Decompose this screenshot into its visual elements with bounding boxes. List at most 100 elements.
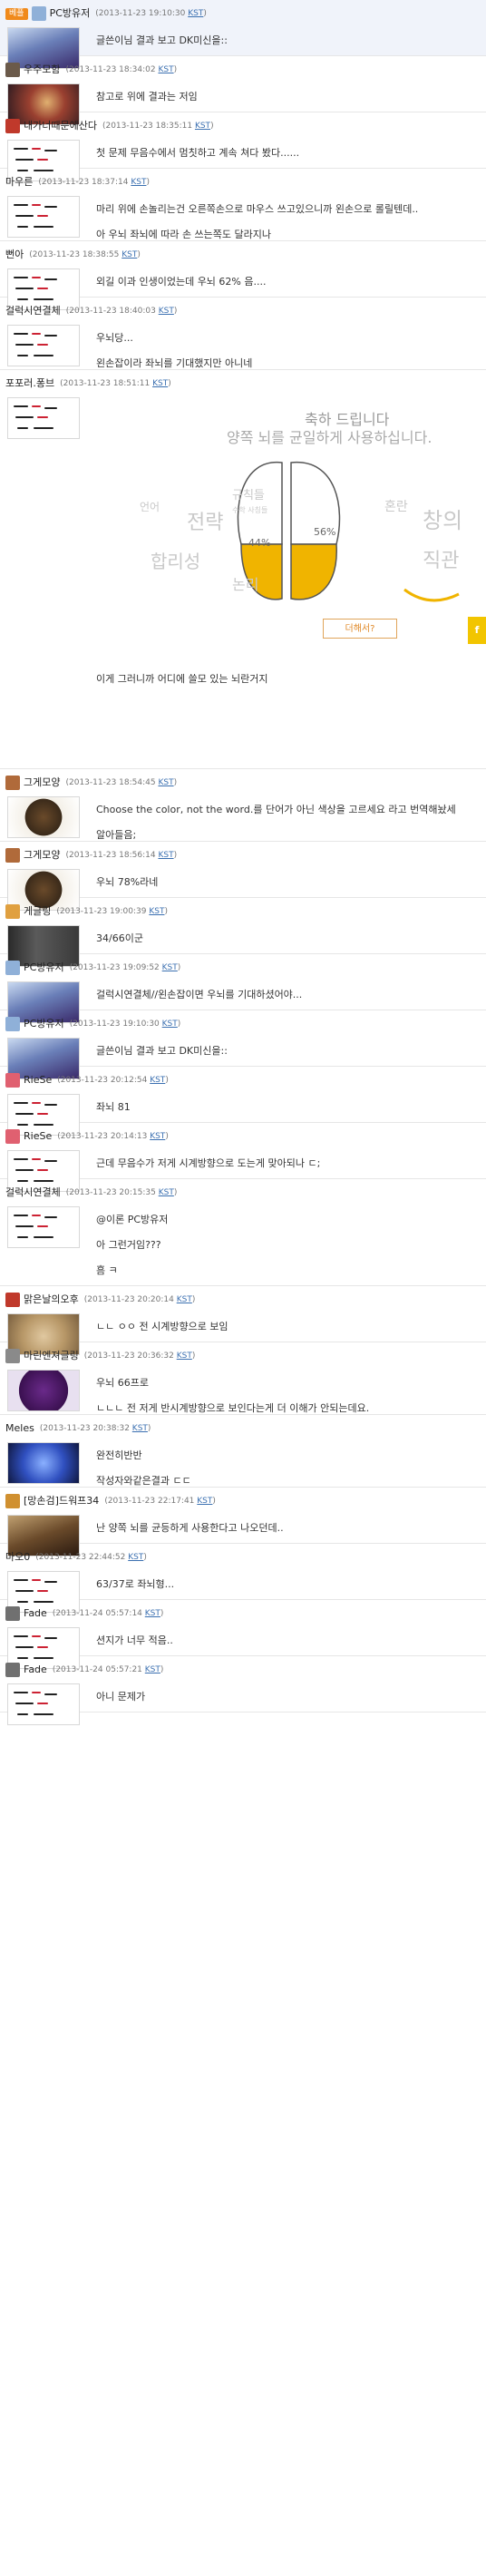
comment-author[interactable]: 마오0 [5,1551,30,1563]
comment-line: 마리 위에 손놀리는건 오른쪽손으로 마우스 쓰고있으니까 왼손으로 롤릴텐데.… [96,203,419,215]
comment-line: 첫 문제 무음수에서 멈칫하고 계속 쳐다 봤다...... [96,147,300,159]
timezone-link[interactable]: KST [128,1553,143,1562]
retry-button[interactable]: 더해서? [323,619,397,639]
comment-item: 마린엔져글링 (2013-11-23 20:36:32 KST) 우뇌 66프로 ㄴㄴ… [0,1342,486,1415]
comment-author[interactable]: 맑은날의오후 [24,1293,79,1305]
comment-author[interactable]: PC방유저 [50,7,91,19]
comment-item: 게글링 (2013-11-23 19:00:39 KST) 34/66이군 [0,898,486,967]
timezone-link[interactable]: KST [159,1188,174,1197]
comment-line: 이게 그러니까 어디에 쓸모 있는 뇌란거지 [96,673,268,685]
comment-author[interactable]: 그게모양 [24,849,60,861]
comment-body: 아니 문제가 [5,1683,481,1725]
comment-header: [망손검]드워프34 (2013-11-23 22:17:41 KST) [5,1493,481,1509]
user-avatar[interactable] [7,397,80,439]
user-level-icon [5,1349,20,1363]
comment-author[interactable]: 게글링 [24,905,51,917]
comment-author[interactable]: PC방유저 [24,961,64,973]
user-avatar[interactable] [7,196,80,238]
comment-header: 맑은날의오후 (2013-11-23 20:20:14 KST) [5,1292,481,1308]
comment-author[interactable]: Fade [24,1607,47,1619]
timezone-link[interactable]: KST [158,65,173,74]
timezone-link[interactable]: KST [158,778,173,787]
comment-timestamp: (2013-11-24 05:57:21 KST) [52,1665,164,1674]
comment-text: @이론 PC방유저 아 그런거임??? 흠 ㅋ [96,1206,481,1288]
user-avatar[interactable] [7,1683,80,1725]
comment-timestamp: (2013-11-23 19:10:30 KST) [95,9,207,18]
comment-author[interactable]: 걸럭시연결체 [5,1186,61,1198]
comment-timestamp: (2013-11-23 18:34:02 KST) [65,65,178,74]
user-avatar[interactable] [7,1370,80,1411]
comment-timestamp: (2013-11-23 20:36:32 KST) [83,1351,196,1361]
user-avatar[interactable] [7,1206,80,1248]
timezone-link[interactable]: KST [152,379,168,388]
comment-line: 우뇌 66프로 [96,1377,149,1389]
user-level-icon [5,1494,20,1508]
comment-author[interactable]: 마우른 [5,176,33,188]
comment-header: PC방유저 (2013-11-23 19:10:30 KST) [5,1016,481,1032]
user-avatar[interactable] [7,1442,80,1484]
comment-line: 글쓴이님 결과 보고 DK미신을:: [96,1045,228,1057]
comment-author[interactable]: PC방유저 [24,1018,64,1029]
comment-item: PC방유저 (2013-11-23 19:10:30 KST) 글쓴이님 결과 보고… [0,1010,486,1079]
timezone-link[interactable]: KST [122,250,137,259]
user-level-icon [5,904,20,919]
comment-header: Meles (2013-11-23 20:38:32 KST) [5,1420,481,1437]
comment-author[interactable]: RieSe [24,1074,52,1086]
timezone-link[interactable]: KST [132,1424,148,1433]
user-avatar[interactable] [7,796,80,838]
timezone-link[interactable]: KST [177,1351,192,1361]
timezone-link[interactable]: KST [158,851,173,860]
comment-item: Fade (2013-11-24 05:57:21 KST) 아니 문제가 [0,1656,486,1725]
timezone-link[interactable]: KST [145,1609,160,1618]
comment-line: 좌뇌 81 [96,1101,131,1113]
comment-header: RieSe (2013-11-23 20:12:54 KST) [5,1072,481,1088]
comment-timestamp: (2013-11-23 22:17:41 KST) [104,1497,216,1506]
comment-item: RieSe (2013-11-23 20:14:13 KST) 근데 무음수가 저게… [0,1123,486,1192]
brain-graphic [237,462,460,602]
facebook-share-icon[interactable]: f [468,617,486,644]
comment-item: 우주모함 (2013-11-23 18:34:02 KST) 참고로 위에 결과는 … [0,56,486,125]
timezone-link[interactable]: KST [145,1665,160,1674]
timezone-link[interactable]: KST [162,963,178,972]
timezone-link[interactable]: KST [150,1132,165,1141]
user-avatar[interactable] [7,325,80,366]
comment-item: RieSe (2013-11-23 20:12:54 KST) 좌뇌 81 [0,1067,486,1136]
timezone-link[interactable]: KST [150,1076,165,1085]
comment-author[interactable]: [망손검]드워프34 [24,1495,99,1507]
comment-item: 뻔아 (2013-11-23 18:38:55 KST) 외길 이과 인생이었는데 … [0,241,486,310]
timezone-link[interactable]: KST [149,907,164,916]
comment-author[interactable]: 그게모양 [24,776,60,788]
timezone-link[interactable]: KST [188,9,203,18]
comment-line: @이론 PC방유저 [96,1214,169,1225]
comment-line: 우뇌 78%라네 [96,876,159,888]
comment-header: 그게모양 (2013-11-23 18:56:14 KST) [5,847,481,864]
comment-author[interactable]: RieSe [24,1130,52,1142]
timezone-link[interactable]: KST [177,1295,192,1304]
comment-line: 우뇌당... [96,332,133,344]
comment-item: 맑은날의오후 (2013-11-23 20:20:14 KST) ㄴㄴ ㅇㅇ 전 시… [0,1286,486,1355]
comment-line: 난 양쪽 뇌를 균등하게 사용한다고 나오던데.. [96,1522,284,1534]
timezone-link[interactable]: KST [197,1497,212,1506]
brain-result-image: 축하 드립니다 양쪽 뇌를 균일하게 사용하십니다. 44% 56% 규칙들 언어 전략 합리… [96,408,486,671]
comment-author[interactable]: 포포러.퐁브 [5,377,54,389]
comment-author[interactable]: 마린엔져글링 [24,1350,79,1361]
timezone-link[interactable]: KST [195,122,210,131]
comment-author[interactable]: 내가너때문에산다 [24,120,97,132]
comment-line: 63/37로 좌뇌형... [96,1578,175,1590]
comment-line: 완전히반반 [96,1449,142,1461]
comment-author[interactable]: Meles [5,1422,34,1434]
comment-line: 걸럭시연결체//왼손잡이면 우뇌를 기대하셨어야... [96,989,303,1000]
comment-timestamp: (2013-11-23 18:54:45 KST) [65,778,178,787]
comment-header: 우주모함 (2013-11-23 18:34:02 KST) [5,62,481,78]
timezone-link[interactable]: KST [159,307,174,316]
comment-author[interactable]: Fade [24,1664,47,1675]
timezone-link[interactable]: KST [131,178,146,187]
user-level-icon [5,961,20,975]
comment-author[interactable]: 뻔아 [5,249,24,260]
comment-author[interactable]: 우주모함 [24,63,60,75]
timezone-link[interactable]: KST [162,1020,178,1029]
user-level-icon [31,6,46,21]
best-badge: 베플 [5,7,28,20]
comment-author[interactable]: 걸럭시연결체 [5,305,61,317]
comment-timestamp: (2013-11-23 18:51:11 KST) [60,379,171,388]
